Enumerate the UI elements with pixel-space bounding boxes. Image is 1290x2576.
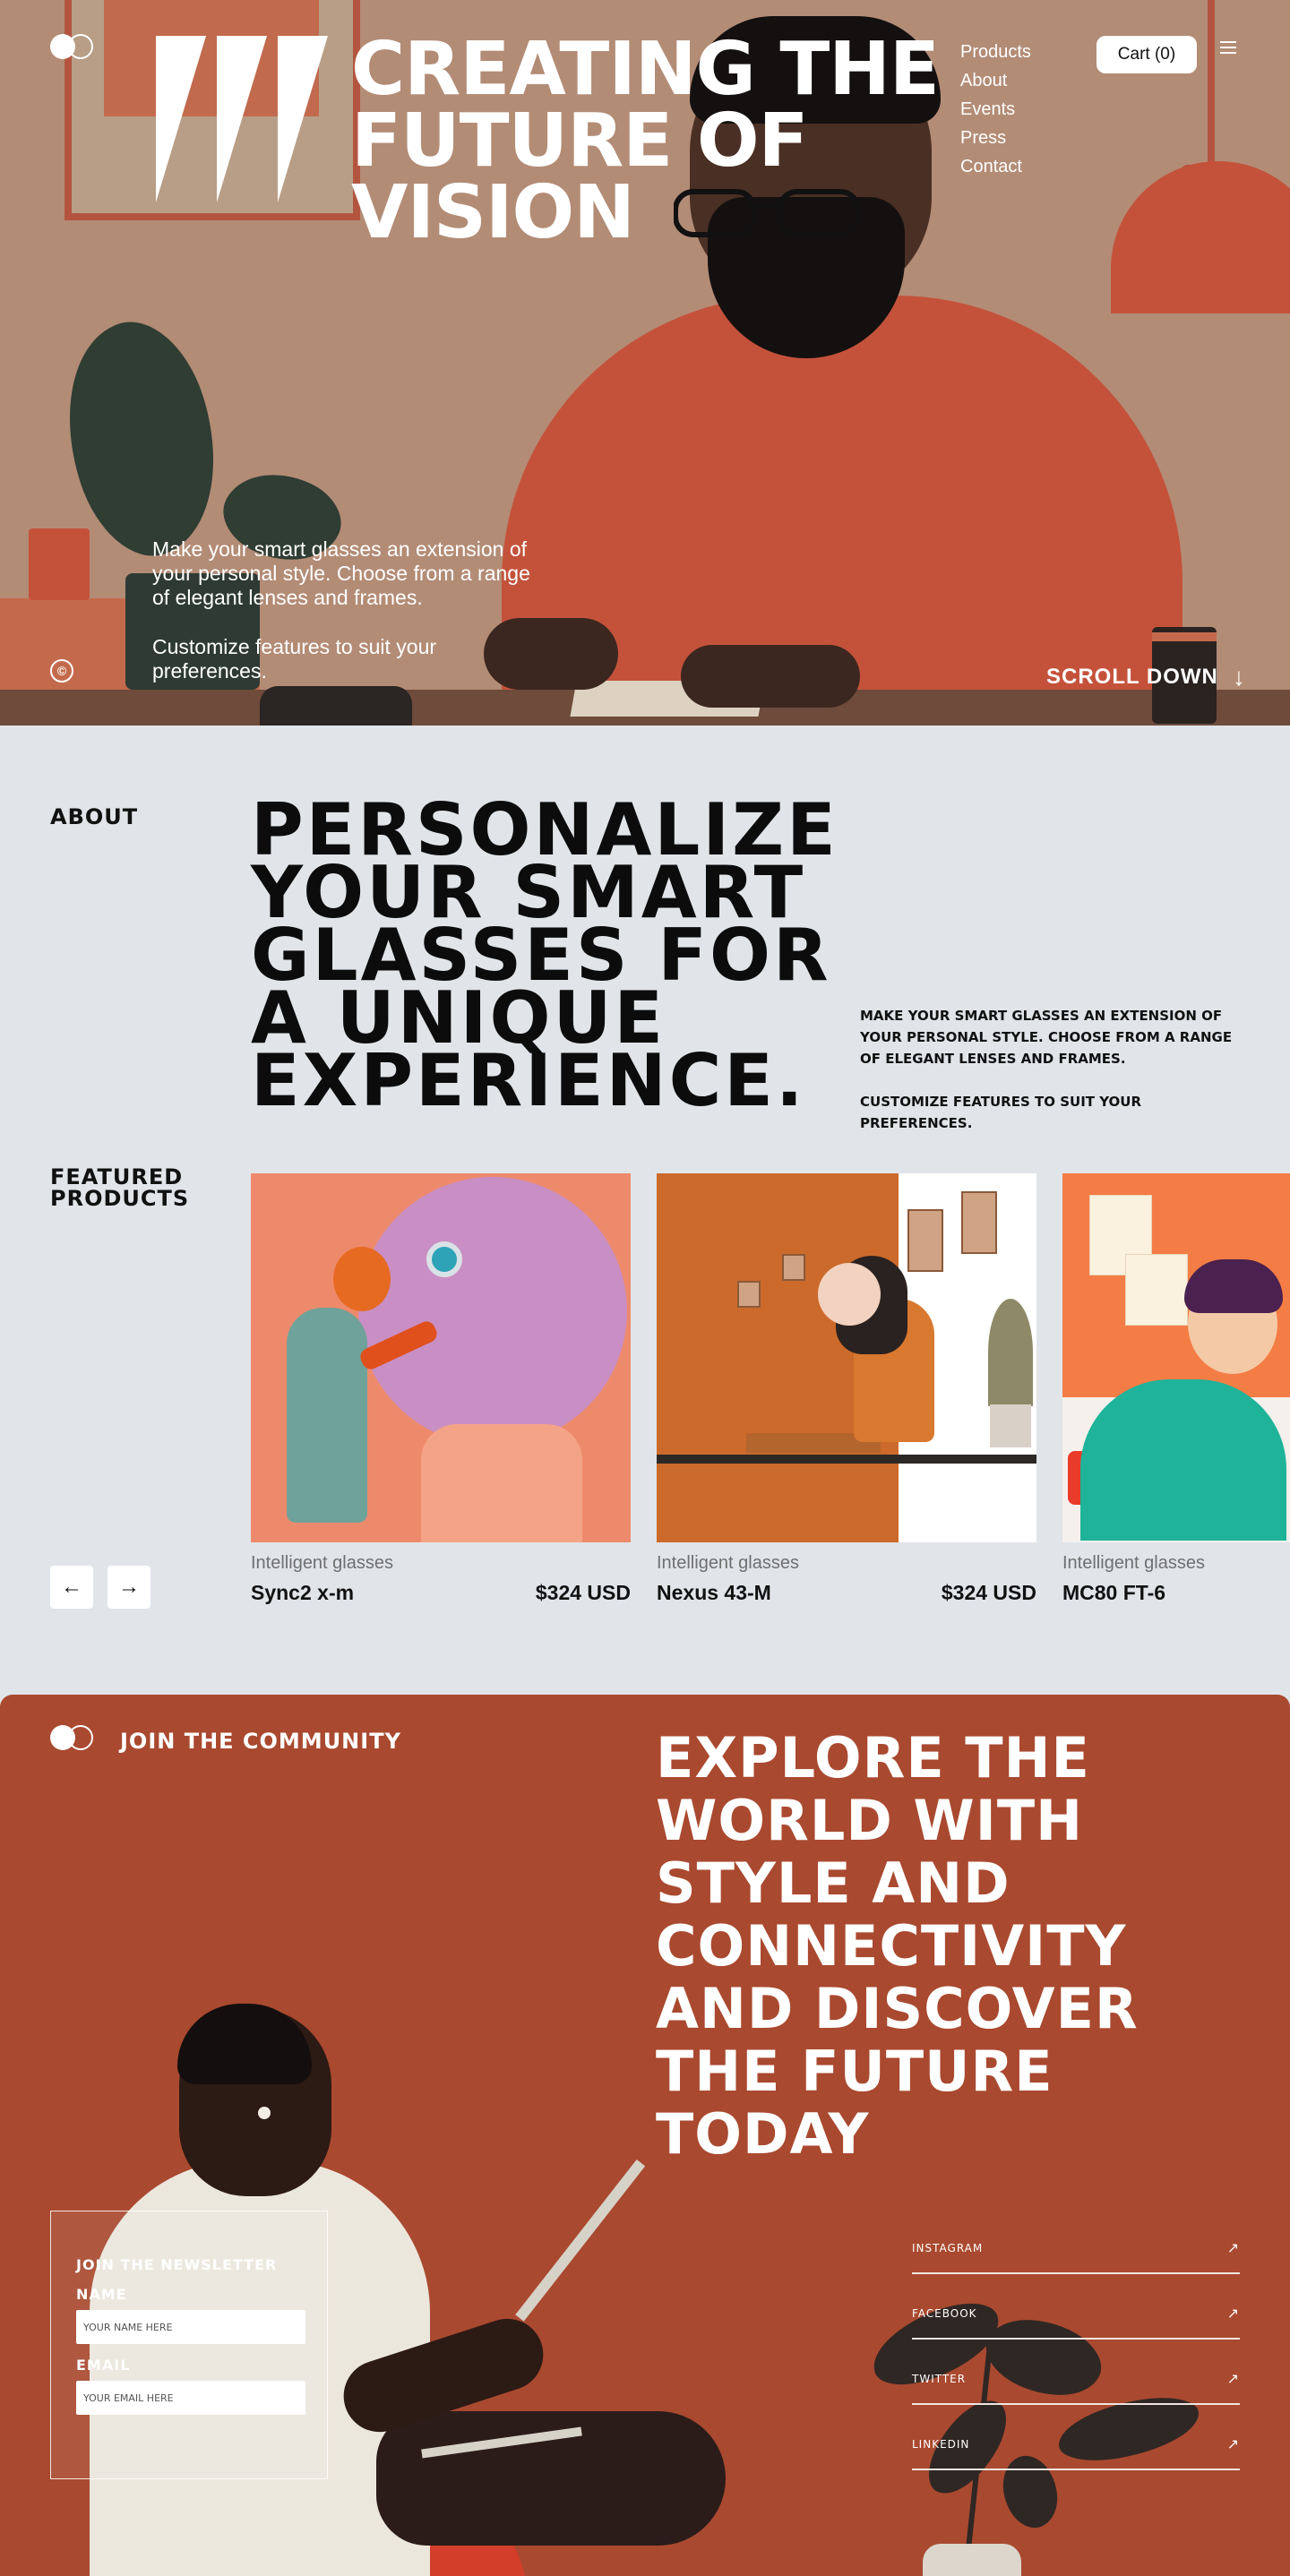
nav-item-products[interactable]: Products (960, 38, 1031, 66)
product-image (657, 1173, 1036, 1542)
product-name: Sync2 x-m (251, 1581, 355, 1604)
facebook-link[interactable]: FACEBOOK ↗ (912, 2305, 1240, 2322)
nav-item-events[interactable]: Events (960, 95, 1031, 124)
social-links: INSTAGRAM ↗ FACEBOOK ↗ TWITTER ↗ LINKEDI… (912, 2209, 1240, 2470)
about-paragraph: CUSTOMIZE FEATURES TO SUIT YOUR PREFEREN… (860, 1094, 1142, 1131)
newsletter-title: JOIN THE NEWSLETTER (76, 2256, 278, 2273)
copyright-icon: © (50, 659, 73, 683)
nav-item-press[interactable]: Press (960, 124, 1031, 152)
arrow-up-right-icon: ↗ (1226, 2435, 1240, 2452)
arrow-up-right-icon: ↗ (1226, 2370, 1240, 2387)
featured-products-label: FEATURED PRODUCTS (50, 1164, 190, 1211)
about-description: MAKE YOUR SMART GLASSES AN EXTENSION OF … (860, 1005, 1245, 1134)
hero-paragraph: Make your smart glasses an extension of … (152, 537, 530, 609)
hero-lamp-cord (1208, 0, 1215, 170)
product-price: $324 USD (941, 1581, 1036, 1604)
arrow-left-icon: ← (61, 1575, 82, 1599)
product-category: Intelligent glasses (657, 1553, 799, 1573)
product-category: Intelligent glasses (251, 1553, 393, 1573)
social-item: LINKEDIN ↗ (912, 2405, 1240, 2470)
product-name: Nexus 43-M (657, 1581, 771, 1604)
hero-title: CREATING THE FUTURE OF VISION (351, 27, 940, 255)
community-plant-vase (923, 2544, 1021, 2576)
hero-hand (681, 645, 860, 708)
product-category: Intelligent glasses (1062, 1553, 1205, 1573)
arrow-down-icon: ↓ (1232, 663, 1246, 691)
product-price: $324 USD (535, 1581, 631, 1604)
product-image (1062, 1173, 1290, 1542)
community-laptop-screen (515, 2159, 646, 2322)
instagram-link[interactable]: INSTAGRAM ↗ (912, 2239, 1240, 2256)
newsletter-form: JOIN THE NEWSLETTER NAME EMAIL (50, 2211, 328, 2479)
social-item: INSTAGRAM ↗ (912, 2209, 1240, 2274)
name-field[interactable] (76, 2310, 305, 2344)
hero-description: Make your smart glasses an extension of … (152, 537, 538, 683)
email-field[interactable] (76, 2381, 305, 2415)
scroll-down-button[interactable]: SCROLL DOWN ↓ (1046, 663, 1246, 691)
arrow-right-icon: → (118, 1575, 140, 1599)
hero-mug-band (1152, 632, 1217, 641)
hero-shelf-box (29, 528, 90, 600)
social-link-label: LINKEDIN (912, 2437, 970, 2451)
name-label: NAME (76, 2286, 127, 2303)
join-community-label: JOIN THE COMMUNITY (120, 1729, 401, 1754)
about-label: ABOUT (50, 804, 139, 829)
hero-section: CREATING THE FUTURE OF VISION Products A… (0, 0, 1290, 726)
cart-button[interactable]: Cart (0) (1096, 36, 1197, 73)
social-item: FACEBOOK ↗ (912, 2274, 1240, 2340)
community-title: EXPLORE THE WORLD WITH STYLE AND CONNECT… (656, 1725, 1139, 2167)
email-label: EMAIL (76, 2357, 131, 2374)
hamburger-menu-icon[interactable] (1220, 41, 1236, 54)
social-link-label: INSTAGRAM (912, 2241, 984, 2254)
social-link-label: TWITTER (912, 2372, 967, 2385)
product-card[interactable]: Intelligent glasses Nexus 43-M $324 USD (657, 1173, 1036, 1605)
carousel-prev-button[interactable]: ← (50, 1566, 93, 1609)
toggle-logo-icon[interactable] (50, 34, 93, 59)
product-card[interactable]: Intelligent glasses Sync2 x-m $324 USD (251, 1173, 631, 1605)
about-paragraph: MAKE YOUR SMART GLASSES AN EXTENSION OF … (860, 1008, 1233, 1067)
community-person-earring (258, 2107, 271, 2119)
nav-item-about[interactable]: About (960, 66, 1031, 95)
three-stripes-logo-icon (156, 36, 328, 202)
about-title: PERSONALIZE YOUR SMART GLASSES FOR A UNI… (251, 788, 838, 1122)
nav-item-contact[interactable]: Contact (960, 152, 1031, 181)
hero-paragraph: Customize features to suit your preferen… (152, 635, 437, 683)
community-section: JOIN THE COMMUNITY EXPLORE THE WORLD WIT… (0, 1695, 1290, 2576)
main-nav: Products About Events Press Contact (960, 38, 1031, 181)
social-item: TWITTER ↗ (912, 2340, 1240, 2405)
product-image (251, 1173, 631, 1542)
arrow-up-right-icon: ↗ (1226, 2305, 1240, 2322)
product-card[interactable]: Intelligent glasses MC80 FT-6 (1062, 1173, 1290, 1605)
hero-lamp-illustration (1111, 161, 1290, 313)
hero-desk-object (260, 686, 412, 726)
carousel-next-button[interactable]: → (108, 1566, 150, 1609)
toggle-logo-icon[interactable] (50, 1725, 93, 1750)
linkedin-link[interactable]: LINKEDIN ↗ (912, 2435, 1240, 2452)
social-link-label: FACEBOOK (912, 2306, 977, 2320)
twitter-link[interactable]: TWITTER ↗ (912, 2370, 1240, 2387)
community-person-hair (177, 2004, 312, 2084)
arrow-up-right-icon: ↗ (1226, 2239, 1240, 2256)
scroll-down-label: SCROLL DOWN (1046, 665, 1218, 689)
product-name: MC80 FT-6 (1062, 1581, 1166, 1604)
